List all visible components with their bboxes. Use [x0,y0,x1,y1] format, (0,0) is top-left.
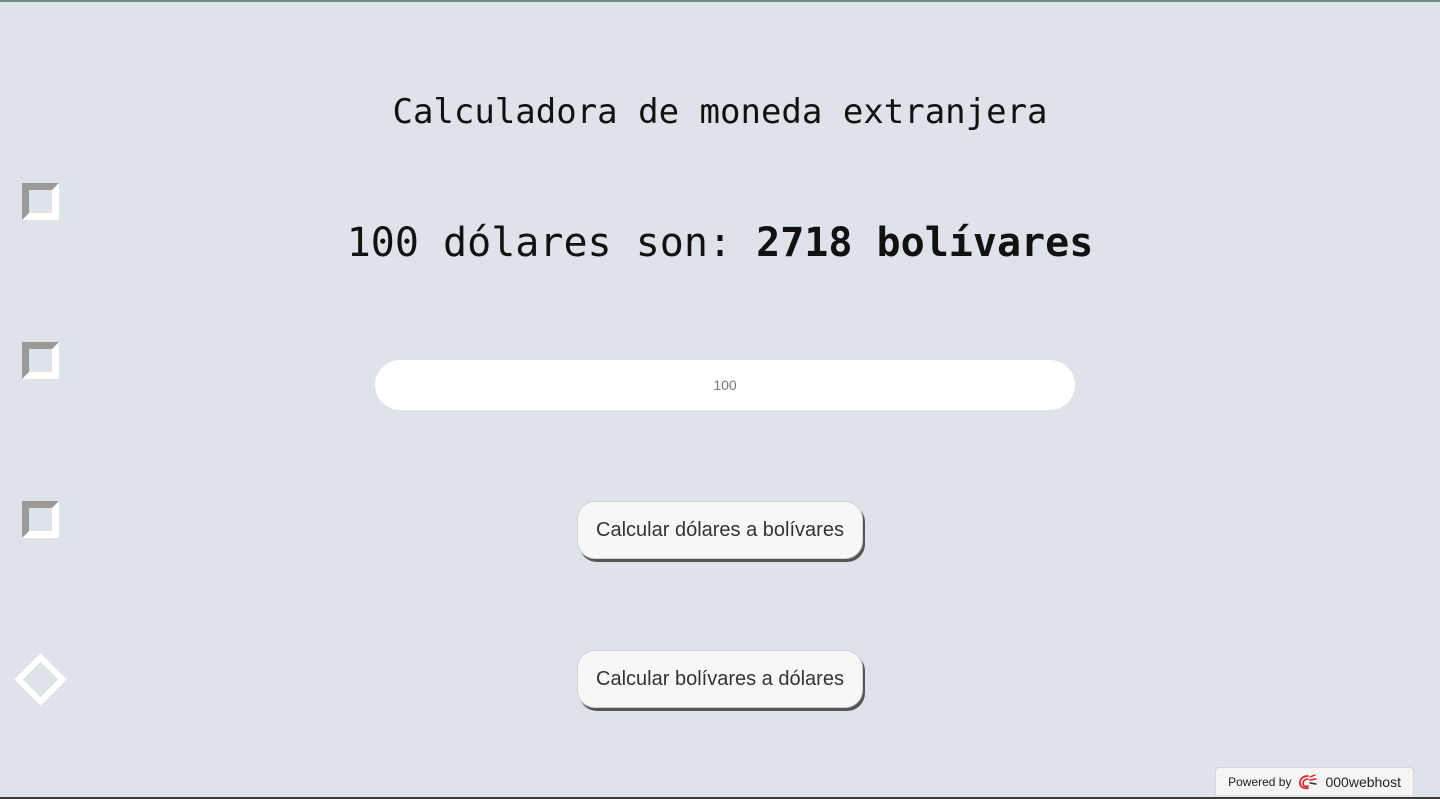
decorative-square-2 [22,342,59,379]
host-name: 000webhost [1325,773,1401,790]
powered-by-badge[interactable]: Powered by 000webhost [1215,767,1414,795]
page-title: Calculadora de moneda extranjera [392,92,1048,132]
conversion-result: 100 dólares son: 2718 bolívares [0,220,1440,266]
000webhost-swirl-icon [1297,773,1319,791]
amount-input[interactable] [375,360,1075,410]
result-amount: 2718 bolívares [756,220,1094,266]
calculate-bs-to-usd-button[interactable]: Calcular bolívares a dólares [577,650,863,708]
decorative-square-1 [22,183,59,220]
decorative-diamond [14,653,67,706]
powered-by-label: Powered by [1228,774,1292,789]
calculate-usd-to-bs-button[interactable]: Calcular dólares a bolívares [577,501,863,559]
result-prefix: 100 dólares son: [346,220,757,266]
decorative-square-3 [22,501,59,538]
